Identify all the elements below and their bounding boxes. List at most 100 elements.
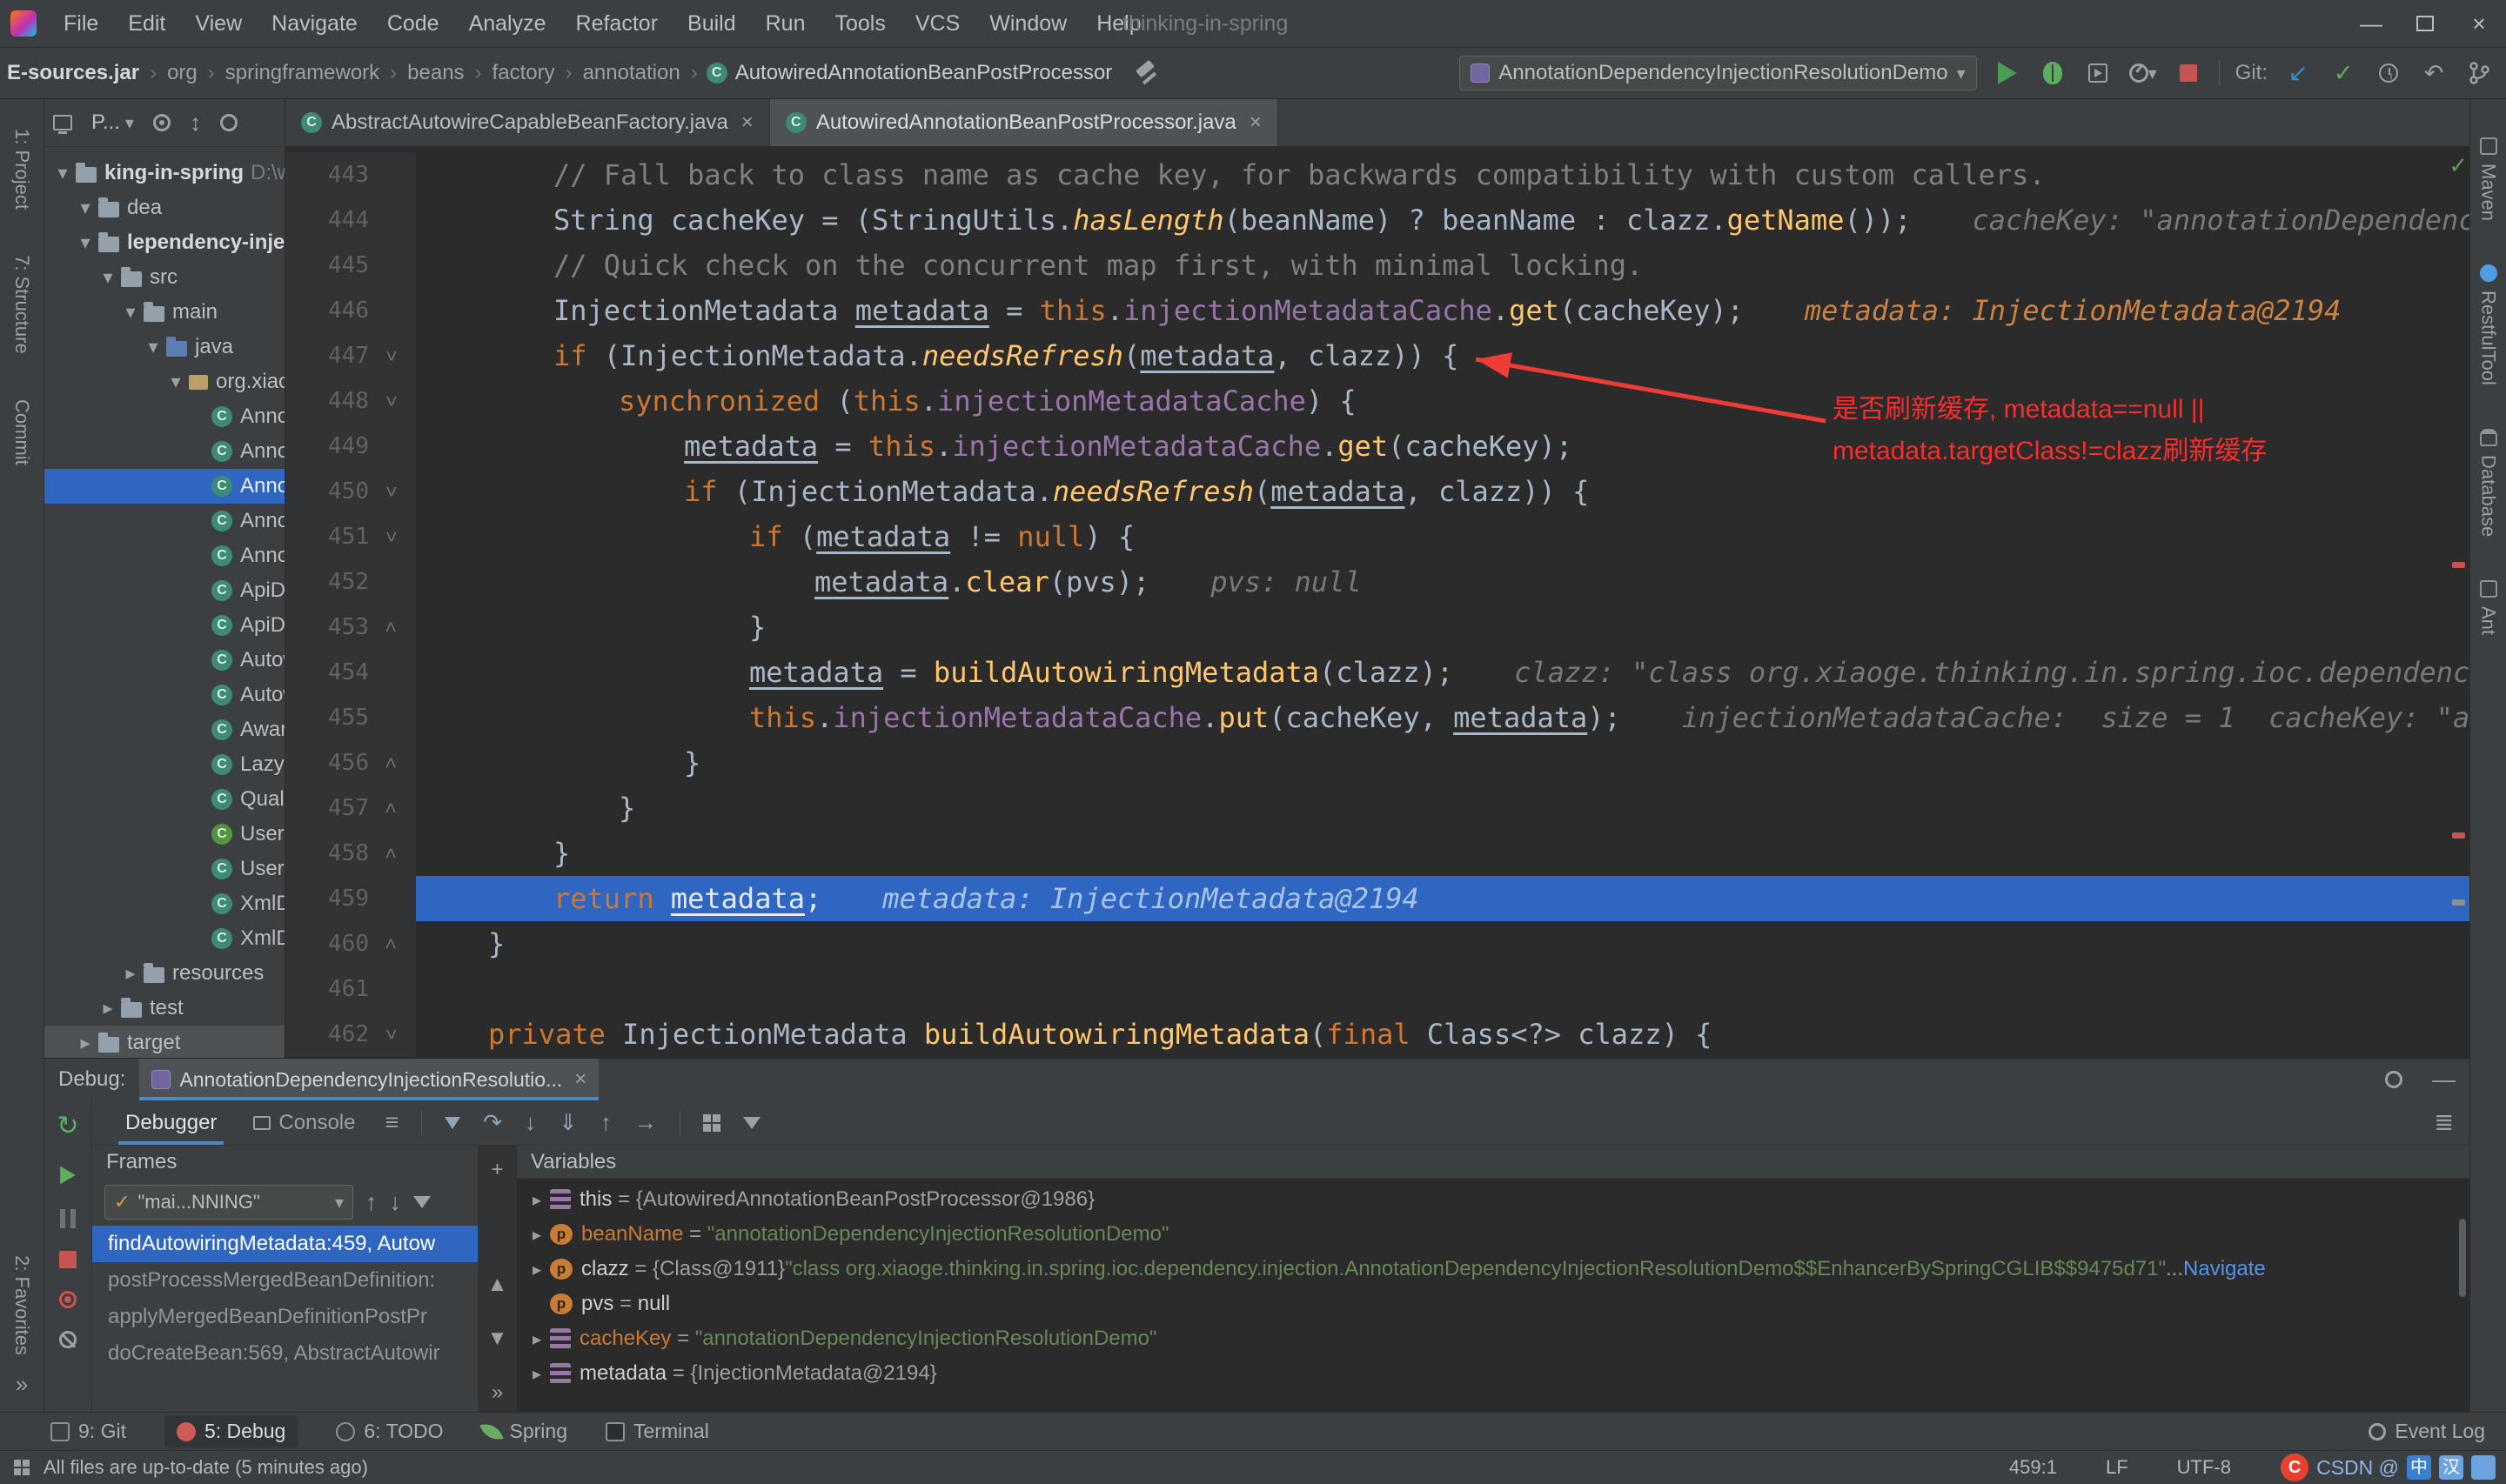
profiler-button[interactable]: ▾ <box>2128 58 2158 88</box>
tree-item[interactable]: C Annotati <box>44 469 285 504</box>
editor-scrollbar[interactable]: ✓ <box>2447 147 2469 1058</box>
navigate-link[interactable]: Navigate <box>2183 1257 2266 1281</box>
frame-item[interactable]: postProcessMergedBeanDefinition: <box>92 1262 478 1299</box>
update-project-icon[interactable]: ↙ <box>2283 58 2313 88</box>
next-frame-icon[interactable]: ↓ <box>390 1189 402 1216</box>
tree-item[interactable]: ▸ test <box>44 991 285 1026</box>
expand-arrow-icon[interactable]: ▸ <box>524 1224 550 1246</box>
code-line[interactable]: 443 // Fall back to class name as cache k… <box>285 152 2469 197</box>
add-watch-icon[interactable]: + <box>491 1158 503 1182</box>
tree-collapse-icon[interactable]: ▾ <box>97 266 119 289</box>
tree-item[interactable]: ▾ java <box>44 330 285 364</box>
code-line[interactable]: 451 > if (metadata != null) { <box>285 514 2469 559</box>
tree-item[interactable]: C AwareInt <box>44 712 285 747</box>
tool-window-button-9-git[interactable]: 9: Git <box>50 1420 126 1443</box>
collapse-all-icon[interactable]: ↕ <box>190 110 202 137</box>
tree-item[interactable]: ▸ target <box>44 1026 285 1058</box>
line-number[interactable]: 456 <box>285 750 369 776</box>
expand-toolbar-icon[interactable]: » <box>492 1380 503 1405</box>
expand-arrow-icon[interactable]: ▸ <box>524 1259 550 1280</box>
show-execution-point-icon[interactable] <box>445 1116 461 1129</box>
inspections-ok-icon[interactable]: ✓ <box>2449 152 2468 179</box>
line-number[interactable]: 458 <box>285 840 369 866</box>
line-number[interactable]: 451 <box>285 524 369 550</box>
line-number[interactable]: 457 <box>285 795 369 821</box>
code-line[interactable]: 455 this.injectionMetadataCache.put(cache… <box>285 695 2469 740</box>
tree-item[interactable]: C Annotati <box>44 399 285 434</box>
file-encoding[interactable]: UTF-8 <box>2177 1456 2231 1479</box>
menu-item-refactor[interactable]: Refactor <box>561 0 673 48</box>
line-number[interactable]: 450 <box>285 478 369 505</box>
menu-item-code[interactable]: Code <box>372 0 454 48</box>
code-line[interactable]: 450 > if (InjectionMetadata.needsRefresh(m… <box>285 469 2469 514</box>
fold-marker-icon[interactable]: > <box>369 344 412 367</box>
force-step-into-icon[interactable]: ⇓ <box>559 1109 578 1136</box>
expand-arrow-icon[interactable]: ▸ <box>524 1189 550 1211</box>
code-editor[interactable]: 443 // Fall back to class name as cache k… <box>285 147 2469 1058</box>
error-stripe-mark[interactable] <box>2452 899 2465 906</box>
view-breakpoints-icon[interactable] <box>59 1291 77 1308</box>
variables-scrollbar[interactable] <box>2459 1219 2466 1297</box>
menu-item-view[interactable]: View <box>180 0 257 48</box>
soft-wrap-icon[interactable]: ≣ <box>2434 1109 2454 1136</box>
tree-expand-icon[interactable]: ▸ <box>119 962 142 985</box>
mute-breakpoints-icon[interactable] <box>59 1331 77 1348</box>
tree-item[interactable]: C Qualifier <box>44 782 285 817</box>
tree-expand-icon[interactable]: ▸ <box>97 997 119 1019</box>
rollback-icon[interactable]: ↶ <box>2419 58 2449 88</box>
run-to-cursor-icon[interactable]: → <box>634 1109 657 1136</box>
move-up-icon[interactable]: ▲ <box>487 1273 508 1297</box>
menu-item-window[interactable]: Window <box>975 0 1082 48</box>
frame-item[interactable]: doCreateBean:569, AbstractAutowir <box>92 1335 478 1372</box>
breadcrumb-item[interactable]: annotation <box>581 61 682 85</box>
menu-item-tools[interactable]: Tools <box>820 0 900 48</box>
tree-collapse-icon[interactable]: ▾ <box>164 371 187 393</box>
tree-item[interactable]: C ApiDepe <box>44 608 285 643</box>
code-line[interactable]: 458 >} <box>285 831 2469 876</box>
tree-item[interactable]: ▾ lependency-injection <box>44 225 285 260</box>
minimize-button[interactable]: — <box>2344 0 2398 47</box>
run-button[interactable] <box>1993 58 2022 88</box>
code-line[interactable]: 457 >} <box>285 785 2469 831</box>
step-over-icon[interactable]: ↷ <box>483 1109 502 1136</box>
line-number[interactable]: 459 <box>285 886 369 912</box>
variable-row[interactable]: ▸ p clazz = {Class@1911} "class org.xiaoge… <box>517 1252 2469 1287</box>
settings-gear-icon[interactable] <box>220 114 238 131</box>
rerun-icon[interactable]: ↻ <box>57 1111 78 1141</box>
frame-item[interactable]: findAutowiringMetadata:459, Autow <box>92 1226 478 1262</box>
tree-item[interactable]: C UserGrou <box>44 817 285 852</box>
tree-collapse-icon[interactable]: ▾ <box>74 231 97 254</box>
tree-item[interactable]: ▾ king-in-spring D:\wor <box>44 156 285 191</box>
more-tool-windows-icon[interactable]: » <box>16 1371 28 1398</box>
step-out-icon[interactable]: ↑ <box>600 1109 612 1136</box>
tree-collapse-icon[interactable]: ▾ <box>119 301 142 324</box>
tree-item[interactable]: C Annotati <box>44 504 285 538</box>
stripe-item-7-structure[interactable]: 7: Structure <box>10 255 33 354</box>
tree-collapse-icon[interactable]: ▾ <box>74 197 97 219</box>
tree-item[interactable]: ▾ org.xiaoge.th <box>44 364 285 399</box>
menu-item-vcs[interactable]: VCS <box>901 0 975 48</box>
menu-item-analyze[interactable]: Analyze <box>454 0 561 48</box>
thread-select[interactable]: ✓ "mai...NNING" ▾ <box>104 1185 353 1220</box>
tree-item[interactable]: C Annotati <box>44 434 285 469</box>
hide-window-icon[interactable]: — <box>2432 1066 2456 1093</box>
line-number[interactable]: 461 <box>285 976 369 1002</box>
fold-marker-icon[interactable]: > <box>369 1023 412 1046</box>
editor-tab[interactable]: C AutowiredAnnotationBeanPostProcessor.ja… <box>769 99 1278 146</box>
stripe-item-database[interactable]: Database <box>2477 428 2500 537</box>
line-number[interactable]: 444 <box>285 207 369 233</box>
tab-debugger[interactable]: Debugger <box>118 1100 224 1145</box>
breadcrumb-item[interactable]: org <box>165 61 199 85</box>
tree-item[interactable]: C Annotati <box>44 538 285 573</box>
menu-item-build[interactable]: Build <box>673 0 751 48</box>
fold-marker-icon[interactable]: > <box>369 752 412 774</box>
code-line[interactable]: 447 > if (InjectionMetadata.needsRefresh(m… <box>285 333 2469 378</box>
caret-position[interactable]: 459:1 <box>2009 1456 2057 1479</box>
tree-item[interactable]: C Autowir <box>44 643 285 678</box>
code-line[interactable]: 459 return metadata; metadata: InjectionMe… <box>285 876 2469 921</box>
breadcrumb-item[interactable]: springframework <box>224 61 381 85</box>
debug-session-tab[interactable]: AnnotationDependencyInjectionResolutio..… <box>139 1059 600 1100</box>
code-line[interactable]: 456 >} <box>285 740 2469 785</box>
fold-marker-icon[interactable]: > <box>369 797 412 819</box>
breadcrumb-class[interactable]: C AutowiredAnnotationBeanPostProcessor <box>706 61 1112 85</box>
